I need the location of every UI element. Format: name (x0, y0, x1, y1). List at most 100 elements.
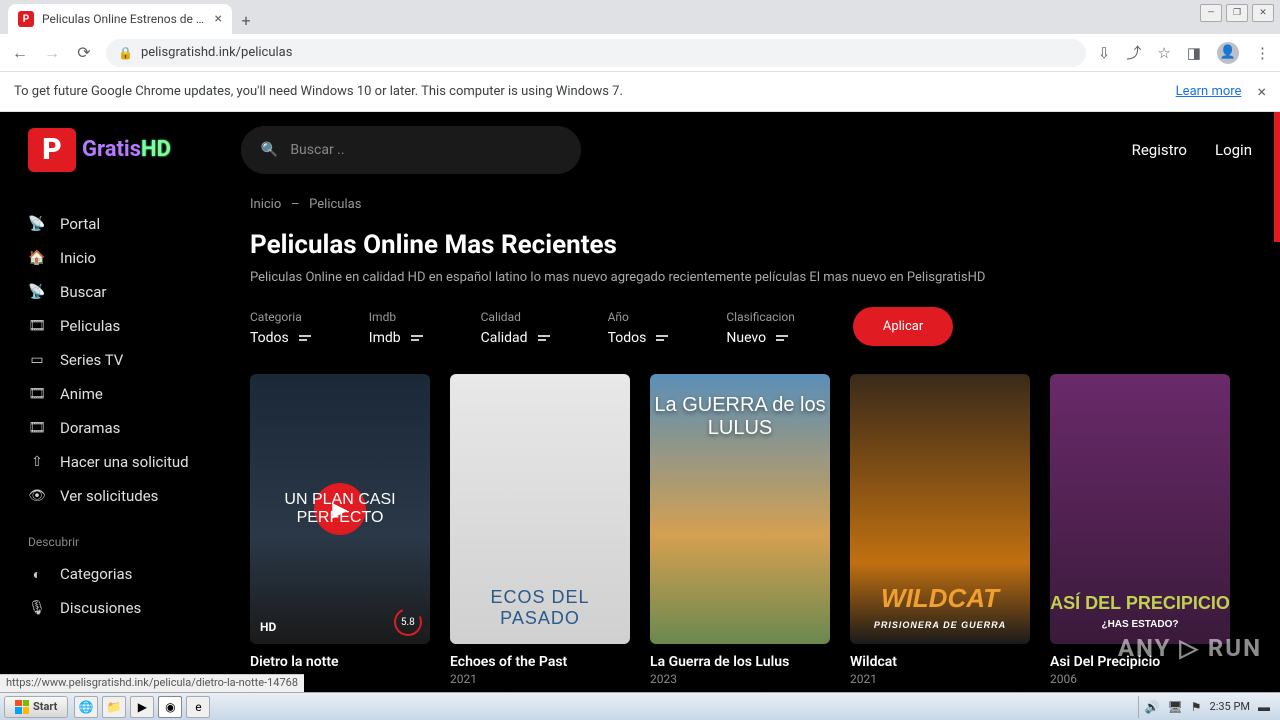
movie-poster[interactable]: ASÍ DEL PRECIPICIO ¿HAS ESTADO? (1050, 374, 1230, 644)
movie-card[interactable]: La GUERRA de los LULUS La Guerra de los … (650, 374, 830, 686)
reload-button[interactable]: ⟳ (74, 43, 94, 62)
sidebar-item-inicio[interactable]: 🏠Inicio (28, 241, 212, 275)
sidepanel-icon[interactable]: ◨ (1187, 44, 1201, 62)
movie-year: 2021 (450, 672, 630, 686)
filter-ano[interactable]: Año Todos (608, 310, 669, 346)
movie-card[interactable]: ASÍ DEL PRECIPICIO ¿HAS ESTADO? Asi Del P… (1050, 374, 1230, 686)
tray-network-icon[interactable]: 🖥 (1168, 700, 1183, 714)
poster-subtext: PRISIONERA DE GUERRA (850, 620, 1030, 630)
tab-close-icon[interactable]: × (215, 11, 222, 27)
movie-title: La Guerra de los Lulus (650, 654, 830, 670)
bookmark-icon[interactable]: ☆ (1157, 44, 1170, 62)
favicon: P (18, 11, 34, 27)
url-text: pelisgratishd.ink/peliculas (141, 45, 293, 60)
browser-tab[interactable]: P Peliculas Online Estrenos de Pelicul..… (8, 4, 232, 34)
sidebar-item-doramas[interactable]: 🎞Doramas (28, 411, 212, 445)
windows-taskbar: Start 🌐 📁 ▶ ◉ е 🔊 🖥 ⚑ 2:35 PM ▬ (0, 692, 1280, 720)
share-icon[interactable]: ⤴ (1126, 42, 1141, 63)
movie-poster[interactable]: WILDCAT PRISIONERA DE GUERRA (850, 374, 1030, 644)
sidebar-item-buscar[interactable]: 📡Buscar (28, 275, 212, 309)
sidebar-item-discusiones[interactable]: 🎙Discusiones (28, 591, 212, 625)
sidebar-label: Categorias (60, 565, 132, 583)
sidebar-icon: 🎞 (28, 386, 46, 402)
sidebar-label: Anime (60, 385, 103, 403)
filter-clasificacion[interactable]: Clasificacion Nuevo (726, 310, 795, 346)
movie-poster[interactable]: UN PLAN CASI PERFECTO▶HD5.8 (250, 374, 430, 644)
sidebar-icon: ▭ (28, 352, 46, 368)
site-logo[interactable]: P GratisHD (28, 128, 171, 172)
poster-text: La GUERRA de los LULUS (650, 394, 830, 440)
filter-calidad[interactable]: Calidad Calidad (481, 310, 550, 346)
search-input[interactable]: 🔍 Buscar .. (241, 126, 581, 174)
movie-poster[interactable]: La GUERRA de los LULUS (650, 374, 830, 644)
taskbar-chrome-icon[interactable]: ◉ (158, 696, 182, 718)
sidebar-item-ver-solicitudes[interactable]: 👁 Ver solicitudes (28, 479, 212, 513)
new-tab-button[interactable]: + (232, 6, 260, 34)
sidebar-item-anime[interactable]: 🎞 Anime (28, 377, 212, 411)
download-icon[interactable]: ⇩ (1098, 44, 1111, 62)
sidebar-item-series-tv[interactable]: ▭Series TV (28, 343, 212, 377)
window-minimize-button[interactable]: — (1200, 4, 1222, 22)
sidebar-icon: 👁 (28, 488, 46, 504)
sidebar-label: Portal (60, 215, 100, 233)
taskbar-edge-icon[interactable]: е (186, 696, 210, 718)
menu-icon[interactable]: ⋮ (1255, 44, 1270, 62)
profile-avatar[interactable]: 👤 (1217, 42, 1239, 64)
address-bar[interactable]: 🔒 pelisgratishd.ink/peliculas (106, 39, 1086, 67)
movie-grid: UN PLAN CASI PERFECTO▶HD5.8 Dietro la no… (250, 374, 1270, 686)
info-bar-close[interactable]: × (1257, 82, 1266, 101)
sidebar-item-peliculas[interactable]: 🎞Peliculas (28, 309, 212, 343)
window-close-button[interactable]: ✕ (1252, 4, 1274, 22)
sidebar-item-categorias[interactable]: ◐Categorias (28, 557, 212, 591)
movie-year: 2023 (650, 672, 830, 686)
apply-button[interactable]: Aplicar (853, 307, 953, 346)
tray-show-desktop[interactable]: ▬ (1258, 700, 1270, 714)
filter-imdb[interactable]: Imdb Imdb (369, 310, 423, 346)
main-content: Inicio – Peliculas Peliculas Online Mas … (240, 187, 1280, 686)
learn-more-link[interactable]: Learn more (1176, 84, 1242, 99)
login-link[interactable]: Login (1215, 141, 1252, 159)
filter-row: Categoria Todos Imdb Imdb Calidad Calida… (250, 307, 1270, 346)
sidebar-item-hacer-una-solicitud[interactable]: ⇧ Hacer una solicitud (28, 445, 212, 479)
movie-poster[interactable]: ECOS DEL PASADO (450, 374, 630, 644)
forward-button[interactable]: → (42, 43, 62, 63)
sidebar-icon: 📡 (28, 284, 46, 300)
red-accent-line (1274, 112, 1280, 242)
chrome-info-bar: To get future Google Chrome updates, you… (0, 72, 1280, 112)
movie-card[interactable]: ECOS DEL PASADO Echoes of the Past 2021 (450, 374, 630, 686)
sidebar-discover-heading: Descubrir (28, 535, 212, 549)
taskbar-explorer-icon[interactable]: 📁 (102, 696, 126, 718)
tray-flag-icon[interactable]: ⚑ (1191, 700, 1202, 714)
sidebar-label: Hacer una solicitud (60, 453, 189, 471)
movie-card[interactable]: UN PLAN CASI PERFECTO▶HD5.8 Dietro la no… (250, 374, 430, 686)
taskbar-ie-icon[interactable]: 🌐 (74, 696, 98, 718)
movie-card[interactable]: WILDCATPRISIONERA DE GUERRA Wildcat 2021 (850, 374, 1030, 686)
tray-volume-icon[interactable]: 🔊 (1145, 700, 1160, 714)
sidebar-label: Ver solicitudes (60, 487, 158, 505)
sidebar-item-portal[interactable]: 📡Portal (28, 207, 212, 241)
register-link[interactable]: Registro (1132, 141, 1187, 159)
movie-title: Asi Del Precipicio (1050, 654, 1230, 670)
logo-badge: P (28, 128, 76, 172)
tray-clock[interactable]: 2:35 PM (1210, 700, 1250, 713)
poster-subtext: ¿HAS ESTADO? (1050, 619, 1230, 630)
filter-categoria[interactable]: Categoria Todos (250, 310, 311, 346)
breadcrumb-home[interactable]: Inicio (250, 197, 281, 212)
start-button[interactable]: Start (4, 696, 68, 718)
window-maximize-button[interactable]: ❐ (1226, 4, 1248, 22)
sidebar-icon: 🏠 (28, 250, 46, 266)
hd-badge: HD (260, 620, 276, 634)
poster-text: ASÍ DEL PRECIPICIO (1050, 593, 1230, 614)
sidebar-label: Doramas (60, 419, 120, 437)
breadcrumb: Inicio – Peliculas (250, 197, 1270, 212)
sidebar-icon: ⇧ (28, 454, 46, 470)
system-tray: 🔊 🖥 ⚑ 2:35 PM ▬ (1138, 696, 1276, 718)
browser-toolbar: ← → ⟳ 🔒 pelisgratishd.ink/peliculas ⇩ ⤴ … (0, 34, 1280, 72)
movie-title: Echoes of the Past (450, 654, 630, 670)
poster-text: UN PLAN CASI PERFECTO (250, 491, 430, 527)
logo-text: GratisHD (82, 137, 171, 162)
movie-title: Wildcat (850, 654, 1030, 670)
taskbar-media-icon[interactable]: ▶ (130, 696, 154, 718)
poster-text: WILDCAT (850, 583, 1030, 614)
back-button[interactable]: ← (10, 43, 30, 63)
